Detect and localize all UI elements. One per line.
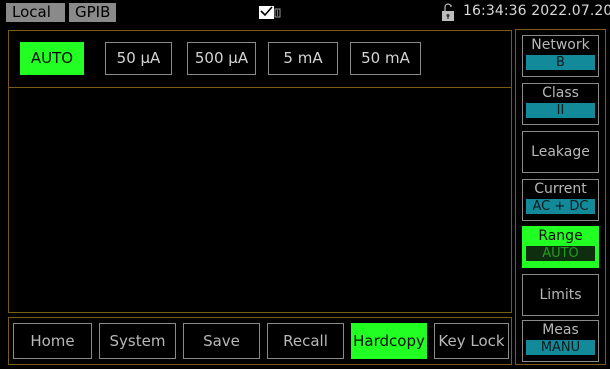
save-button[interactable]: Save — [183, 323, 260, 359]
system-button[interactable]: System — [99, 323, 176, 359]
meas-value: MANU — [526, 340, 595, 355]
meas-button[interactable]: Meas MANU — [522, 320, 599, 362]
hardcopy-button[interactable]: Hardcopy — [351, 323, 427, 359]
limits-button[interactable]: Limits — [522, 274, 599, 316]
meas-label: Meas — [542, 322, 579, 338]
range-auto-button[interactable]: AUTO — [20, 42, 84, 75]
current-button[interactable]: Current AC + DC — [522, 179, 599, 221]
range-5ma-button[interactable]: 5 mA — [268, 42, 338, 75]
side-menu: Network B Class II Leakage Current AC + … — [515, 29, 606, 365]
panel-divider — [9, 87, 511, 88]
bottom-menu: Home System Save Recall Hardcopy Key Loc… — [8, 317, 512, 365]
network-value: B — [526, 55, 595, 70]
class-button[interactable]: Class II — [522, 83, 599, 125]
current-value: AC + DC — [526, 199, 595, 214]
main-panel: AUTO 50 μA 500 μA 5 mA 50 mA — [8, 30, 512, 313]
range-50ma-button[interactable]: 50 mA — [350, 42, 421, 75]
range-button[interactable]: Range AUTO — [522, 226, 599, 268]
range-500ua-button[interactable]: 500 μA — [187, 42, 256, 75]
status-bar: Local GPIB 16:34:36 2022.07.20 — [0, 0, 610, 25]
key-lock-button[interactable]: Key Lock — [434, 323, 509, 359]
class-label: Class — [542, 85, 579, 101]
clock: 16:34:36 2022.07.20 — [463, 3, 610, 19]
current-label: Current — [534, 181, 587, 197]
leakage-button[interactable]: Leakage — [522, 131, 599, 173]
mail-icon — [259, 6, 281, 19]
range-value: AUTO — [526, 246, 595, 261]
leakage-label: Leakage — [531, 144, 590, 160]
lock-icon — [442, 3, 454, 21]
class-value: II — [526, 103, 595, 118]
limits-label: Limits — [539, 287, 582, 303]
home-button[interactable]: Home — [13, 323, 92, 359]
range-50ua-button[interactable]: 50 μA — [105, 42, 172, 75]
interface-indicator: GPIB — [69, 3, 116, 22]
recall-button[interactable]: Recall — [267, 323, 344, 359]
network-label: Network — [531, 37, 590, 53]
mode-indicator: Local — [6, 3, 65, 22]
network-button[interactable]: Network B — [522, 35, 599, 77]
range-label: Range — [538, 228, 583, 244]
